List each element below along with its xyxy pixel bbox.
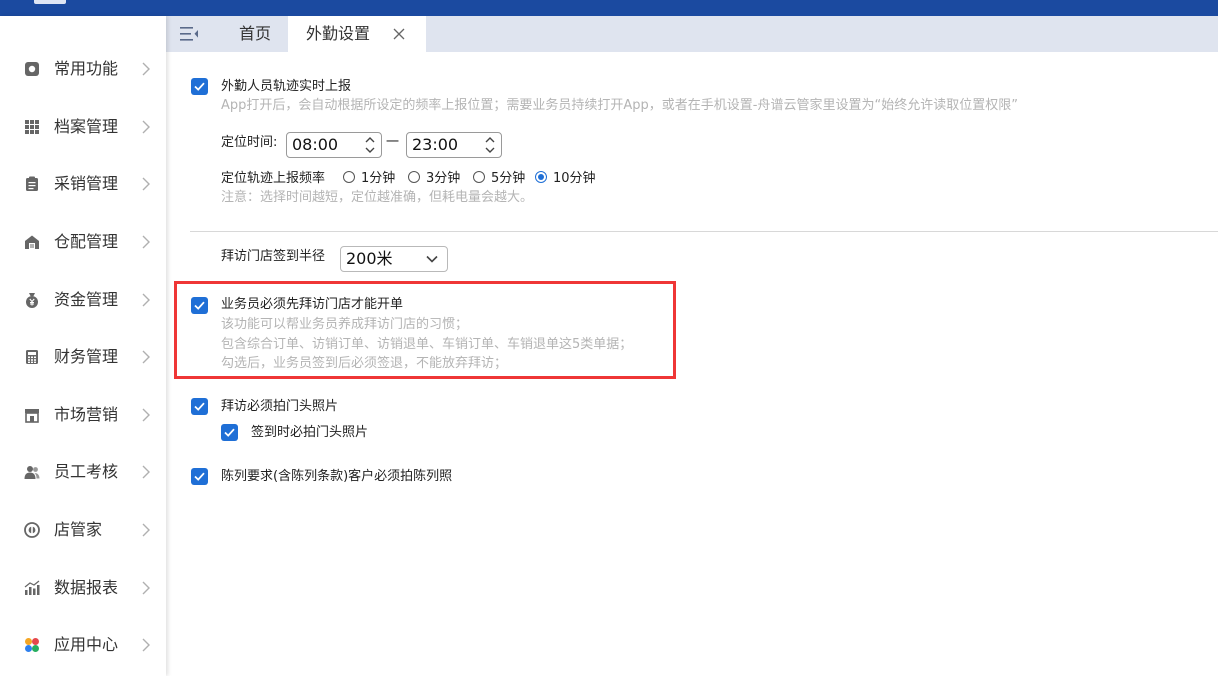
- sidebar-item-label: 店管家: [54, 520, 103, 539]
- tab-bar: 首页 外勤设置: [166, 16, 1218, 52]
- chevron-right-icon: [142, 120, 150, 134]
- door-photo-checkbox[interactable]: [191, 398, 208, 415]
- frequency-option-label: 10分钟: [553, 171, 596, 186]
- logo: [34, 0, 66, 4]
- check-icon: [194, 301, 205, 310]
- time-separator: 一: [386, 135, 400, 150]
- sidebar-item-label: 市场营销: [54, 405, 119, 424]
- chevron-right-icon: [142, 408, 150, 422]
- radius-select[interactable]: 200米: [340, 246, 448, 272]
- sidebar: 常用功能 档案管理 采销管理 仓配管理 资金管理 财务管理 市场营销 员工考核: [0, 16, 166, 676]
- sidebar-item-staff-review[interactable]: 员工考核: [0, 452, 166, 492]
- chevron-right-icon: [142, 523, 150, 537]
- sidebar-item-marketing[interactable]: 市场营销: [0, 395, 166, 435]
- sidebar-item-common[interactable]: 常用功能: [0, 49, 166, 89]
- checkin-door-photo-label: 签到时必拍门头照片: [251, 425, 369, 440]
- sidebar-item-label: 采销管理: [54, 174, 119, 193]
- sidebar-item-label: 档案管理: [54, 117, 119, 136]
- track-report-checkbox[interactable]: [191, 78, 208, 95]
- sidebar-item-reports[interactable]: 数据报表: [0, 568, 166, 608]
- chevron-right-icon: [142, 235, 150, 249]
- chevron-right-icon: [142, 62, 150, 76]
- calculator-icon: [26, 350, 38, 364]
- chevron-right-icon: [142, 177, 150, 191]
- sidebar-item-purchase-sales[interactable]: 采销管理: [0, 164, 166, 204]
- sidebar-item-finance[interactable]: 财务管理: [0, 337, 166, 377]
- clipboard-icon: [26, 176, 38, 191]
- display-photo-checkbox[interactable]: [191, 468, 208, 485]
- sidebar-item-label: 常用功能: [54, 59, 119, 78]
- must-visit-hint: 该功能可以帮业务员养成拜访门店的习惯；: [221, 317, 469, 332]
- apps-icon: [25, 638, 39, 652]
- chevron-right-icon: [142, 350, 150, 364]
- radius-label: 拜访门店签到半径: [221, 249, 326, 264]
- shop-manager-icon: [24, 522, 40, 538]
- check-icon: [194, 82, 205, 91]
- track-report-hint: App打开后，会自动根据所设定的频率上报位置；需要业务员持续打开App，或者在手…: [221, 98, 1018, 113]
- chevron-right-icon: [142, 638, 150, 652]
- check-icon: [194, 402, 205, 411]
- sidebar-item-shop-manager[interactable]: 店管家: [0, 510, 166, 550]
- must-visit-label: 业务员必须先拜访门店才能开单: [221, 297, 404, 312]
- end-time-input[interactable]: 23:00: [406, 132, 502, 158]
- close-icon[interactable]: [392, 27, 406, 41]
- radius-value: 200米: [346, 249, 393, 268]
- must-visit-hint: 包含综合订单、访销订单、访销退单、车销订单、车销退单这5类单据；: [221, 337, 633, 352]
- checkin-door-photo-checkbox[interactable]: [221, 424, 238, 441]
- sidebar-item-label: 员工考核: [54, 462, 119, 481]
- collapse-menu-icon[interactable]: [178, 24, 200, 44]
- sidebar-item-app-center[interactable]: 应用中心: [0, 625, 166, 665]
- check-icon: [194, 472, 205, 481]
- sidebar-item-warehouse[interactable]: 仓配管理: [0, 222, 166, 262]
- spinner-arrows-icon[interactable]: [483, 134, 497, 156]
- chevron-right-icon: [142, 465, 150, 479]
- settings-panel: 外勤人员轨迹实时上报 App打开后，会自动根据所设定的频率上报位置；需要业务员持…: [166, 52, 1218, 676]
- warehouse-icon: [25, 235, 39, 249]
- money-bag-icon: [26, 293, 38, 308]
- must-visit-checkbox[interactable]: [191, 297, 208, 314]
- store-icon: [25, 409, 39, 423]
- end-time-value: 23:00: [412, 135, 459, 154]
- target-icon: [25, 62, 39, 76]
- frequency-note: 注意：选择时间越短，定位越准确，但耗电量会越大。: [221, 190, 534, 205]
- sidebar-item-funds[interactable]: 资金管理: [0, 280, 166, 320]
- sidebar-item-label: 应用中心: [54, 635, 119, 654]
- chevron-right-icon: [142, 293, 150, 307]
- sidebar-item-label: 资金管理: [54, 290, 119, 309]
- sidebar-item-label: 财务管理: [54, 347, 119, 366]
- divider: [190, 231, 1218, 232]
- frequency-label: 定位轨迹上报频率: [221, 171, 326, 186]
- locate-time-label: 定位时间:: [221, 135, 278, 150]
- frequency-radio-10min[interactable]: [535, 171, 547, 183]
- chevron-down-icon: [426, 255, 438, 263]
- frequency-option-label: 5分钟: [491, 171, 526, 186]
- chevron-right-icon: [142, 581, 150, 595]
- door-photo-label: 拜访必须拍门头照片: [221, 399, 339, 414]
- tab-home[interactable]: 首页: [220, 16, 290, 52]
- frequency-radio-5min[interactable]: [473, 171, 485, 183]
- track-report-label: 外勤人员轨迹实时上报: [221, 79, 352, 94]
- display-photo-label: 陈列要求(含陈列条款)客户必须拍陈列照: [221, 469, 453, 484]
- top-header-bar: [0, 0, 1218, 16]
- sidebar-item-label: 仓配管理: [54, 232, 119, 251]
- frequency-option-label: 3分钟: [426, 171, 461, 186]
- start-time-value: 08:00: [292, 135, 339, 154]
- tab-field-settings[interactable]: 外勤设置: [288, 16, 426, 52]
- frequency-radio-1min[interactable]: [343, 171, 355, 183]
- must-visit-hint: 勾选后，业务员签到后必须签退，不能放弃拜访；: [221, 356, 508, 371]
- frequency-option-label: 1分钟: [361, 171, 396, 186]
- start-time-input[interactable]: 08:00: [286, 132, 382, 158]
- tab-label: 外勤设置: [306, 24, 371, 43]
- grid-icon: [25, 120, 39, 134]
- bar-chart-icon: [24, 580, 40, 595]
- check-icon: [224, 428, 235, 437]
- people-icon: [24, 466, 40, 479]
- frequency-radio-3min[interactable]: [408, 171, 420, 183]
- sidebar-item-archive[interactable]: 档案管理: [0, 107, 166, 147]
- spinner-arrows-icon[interactable]: [363, 134, 377, 156]
- sidebar-item-label: 数据报表: [54, 578, 119, 597]
